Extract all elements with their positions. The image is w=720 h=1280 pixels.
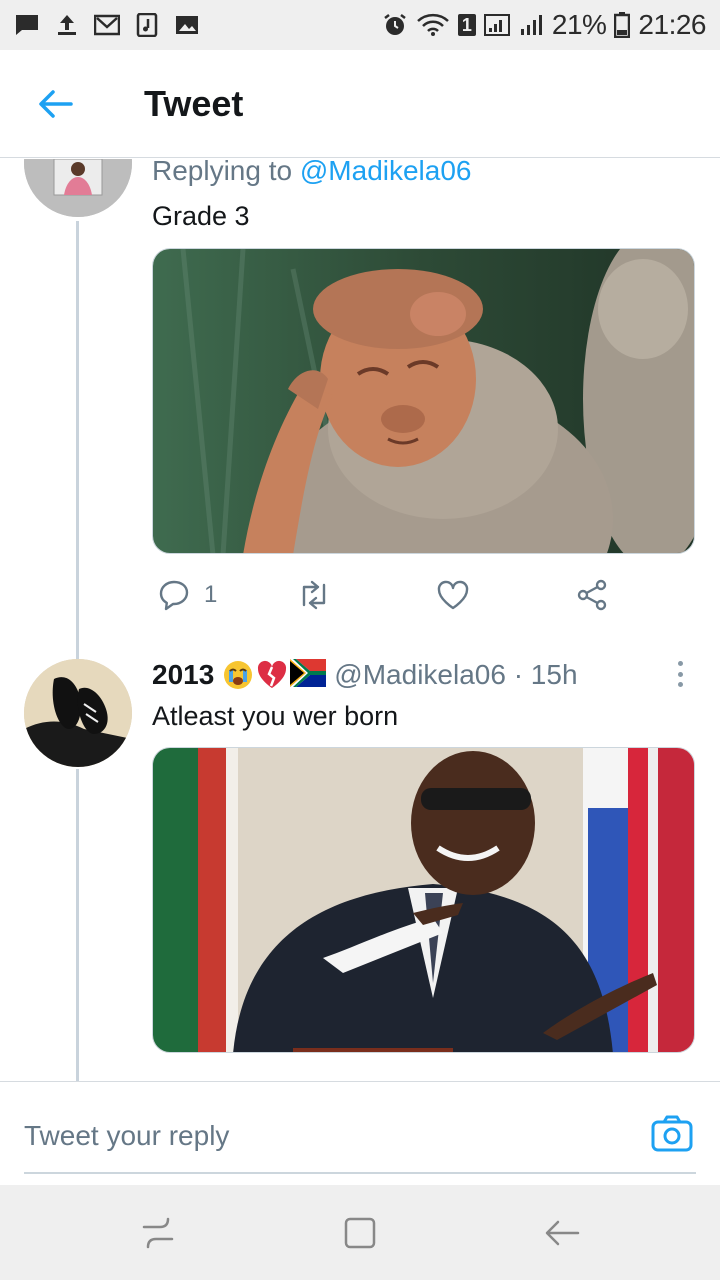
alarm-icon bbox=[382, 13, 408, 37]
reply-icon bbox=[159, 580, 189, 611]
app-bar: Tweet bbox=[0, 50, 720, 158]
recent-apps-button[interactable] bbox=[136, 1211, 180, 1255]
upload-icon bbox=[54, 13, 80, 37]
clock: 21:26 bbox=[638, 9, 706, 40]
replying-to: Replying to @Madikela06 bbox=[152, 159, 472, 187]
signal-icon bbox=[483, 13, 510, 37]
thread-line bbox=[76, 769, 79, 1081]
home-icon bbox=[344, 1217, 376, 1249]
tweet-image[interactable] bbox=[152, 747, 695, 1053]
gmail-icon bbox=[94, 13, 120, 37]
south-africa-flag-icon bbox=[290, 659, 327, 687]
tweet-thread[interactable]: Replying to @Madikela06 Grade 3 1 2013 @… bbox=[0, 159, 720, 1081]
crying-face-icon bbox=[224, 661, 253, 689]
broken-heart-icon bbox=[258, 660, 287, 688]
battery-percent: 21% bbox=[551, 9, 607, 40]
name-emojis bbox=[222, 659, 327, 691]
avatar[interactable] bbox=[24, 659, 132, 767]
display-name[interactable]: 2013 bbox=[152, 659, 214, 691]
reply-count: 1 bbox=[204, 581, 218, 608]
image-icon bbox=[174, 13, 200, 37]
page-title: Tweet bbox=[144, 82, 244, 124]
heart-icon bbox=[437, 580, 469, 610]
like-button[interactable] bbox=[436, 579, 470, 611]
back-icon bbox=[545, 1220, 580, 1246]
battery-icon bbox=[614, 12, 631, 38]
tweet-header: 2013 @Madikela06 · 15h bbox=[152, 659, 578, 691]
reply-button[interactable]: 1 bbox=[158, 579, 217, 611]
retweet-button[interactable] bbox=[296, 579, 332, 611]
status-bar: 1 21% 21:26 bbox=[0, 0, 720, 50]
back-button[interactable] bbox=[0, 50, 110, 158]
tweet-text: Grade 3 bbox=[152, 201, 250, 231]
tweet-image[interactable] bbox=[152, 248, 695, 554]
thread-line bbox=[76, 221, 79, 663]
avatar[interactable] bbox=[24, 159, 132, 217]
home-button[interactable] bbox=[338, 1211, 382, 1255]
message-notification-icon bbox=[14, 13, 40, 37]
reply-input[interactable] bbox=[24, 1100, 696, 1174]
retweet-icon bbox=[302, 580, 326, 610]
system-back-button[interactable] bbox=[540, 1211, 584, 1255]
camera-icon bbox=[651, 1115, 693, 1152]
signal-bars-icon bbox=[518, 13, 544, 37]
share-icon bbox=[577, 579, 607, 611]
tweet-actions: 1 bbox=[152, 579, 695, 619]
system-nav-bar bbox=[0, 1185, 720, 1280]
share-button[interactable] bbox=[576, 579, 608, 611]
reply-composer bbox=[0, 1081, 720, 1185]
more-options-button[interactable] bbox=[670, 659, 690, 689]
sim-badge: 1 bbox=[457, 14, 476, 36]
back-arrow-icon bbox=[39, 89, 73, 118]
tweet-text: Atleast you wer born bbox=[152, 701, 399, 731]
recents-icon bbox=[142, 1217, 174, 1249]
tweet-meta[interactable]: @Madikela06 · 15h bbox=[334, 659, 577, 691]
wifi-icon bbox=[416, 13, 450, 37]
music-file-icon bbox=[134, 13, 160, 37]
camera-button[interactable] bbox=[650, 1112, 694, 1156]
replying-to-handle[interactable]: @Madikela06 bbox=[300, 159, 472, 186]
